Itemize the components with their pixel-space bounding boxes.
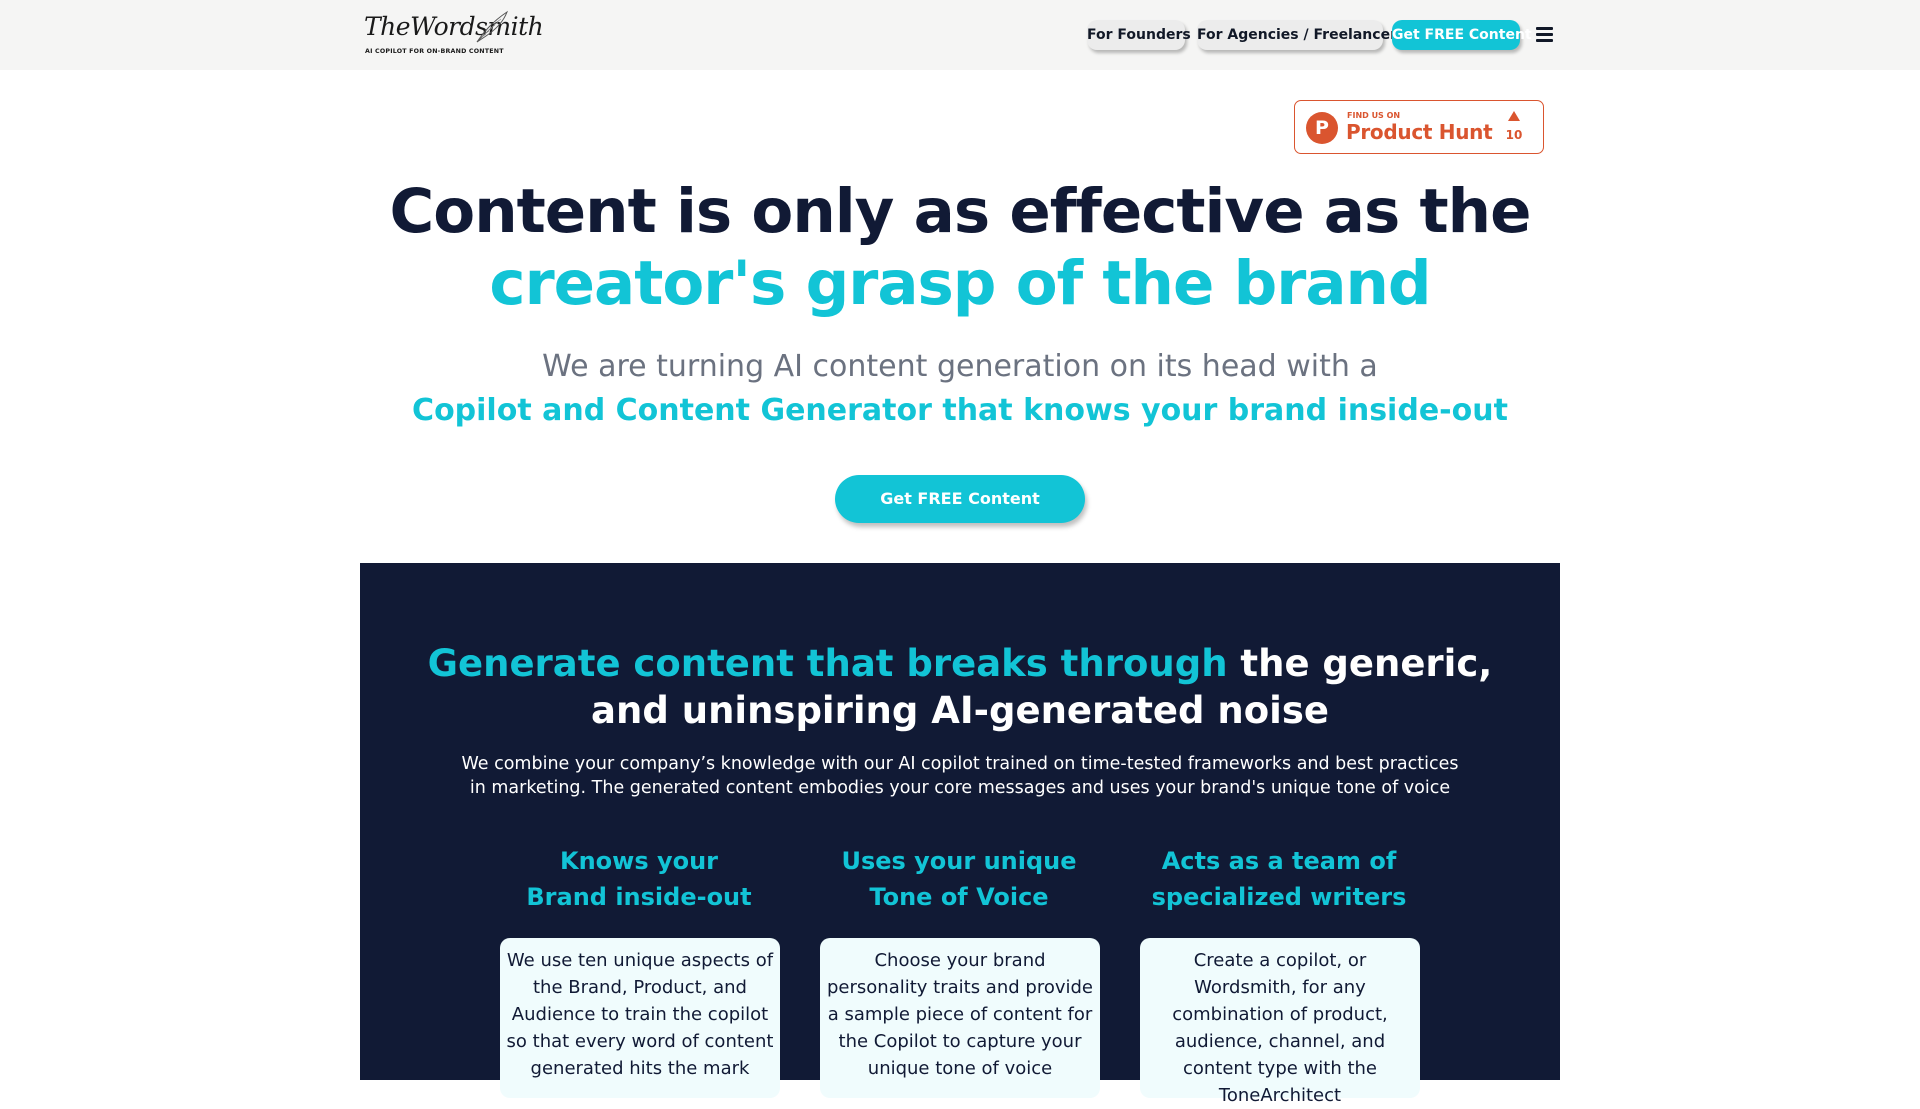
feature-title-line: Uses your unique [841, 847, 1077, 875]
features-description-line-2: in marketing. The generated content embo… [469, 778, 1451, 798]
feature-card-writers: Create a copilot, or Wordsmith, for any … [1140, 938, 1420, 1106]
hero-headline-line-2: creator's grasp of the brand [489, 248, 1431, 319]
hero-headline-line-1: Content is only as effective as the [389, 176, 1532, 247]
upvote-count: 10 [1505, 128, 1523, 142]
upvote-arrow-icon [1508, 111, 1520, 121]
features-heading-rest: the generic, [1227, 642, 1493, 685]
features-section: Generate content that breaks through the… [360, 563, 1560, 1106]
hero-get-free-content-button[interactable]: Get FREE Content [835, 475, 1085, 523]
feature-title-writers: Acts as a team of specialized writers [1129, 843, 1429, 915]
nav-link-founders[interactable]: For Founders [1087, 20, 1191, 50]
top-nav: TheWordsmith AI COPILOT FOR ON-BRAND CON… [0, 0, 1920, 70]
feature-title-brand: Knows your Brand inside-out [489, 843, 789, 915]
hero-subheadline-line-2: Copilot and Content Generator that knows… [412, 393, 1508, 428]
feature-title-line: specialized writers [1151, 883, 1407, 911]
feature-title-line: Tone of Voice [869, 883, 1049, 911]
features-heading-line-2: and uninspiring AI-generated noise [591, 689, 1329, 732]
hamburger-bar [1536, 39, 1553, 42]
hero-subheadline-line-1: We are turning AI content generation on … [542, 349, 1378, 384]
feature-card-brand: We use ten unique aspects of the Brand, … [500, 938, 780, 1098]
logo-wordmark: TheWordsmith [364, 12, 544, 41]
feature-card-tone: Choose your brand personality traits and… [820, 938, 1100, 1098]
nav-get-free-content-button[interactable]: Get FREE Content [1392, 20, 1532, 50]
feather-quill-icon [476, 10, 509, 43]
nav-link-agencies-freelancers[interactable]: For Agencies / Freelancers [1197, 20, 1405, 50]
product-hunt-small-text: FIND US ON [1347, 111, 1401, 120]
features-description-line-1: We combine your company’s knowledge with… [461, 754, 1459, 774]
feature-title-tone: Uses your unique Tone of Voice [809, 843, 1109, 915]
logo-tagline: AI COPILOT FOR ON-BRAND CONTENT [365, 48, 504, 55]
product-hunt-badge[interactable]: P FIND US ON Product Hunt 10 [1294, 100, 1544, 154]
feature-title-line: Knows your [559, 847, 719, 875]
feature-title-line: Acts as a team of [1161, 847, 1397, 875]
hamburger-menu-icon[interactable] [1536, 27, 1553, 42]
product-hunt-logo-icon: P [1306, 112, 1338, 144]
features-heading-line-1: Generate content that breaks through the… [360, 642, 1560, 685]
product-hunt-name: Product Hunt [1346, 120, 1493, 144]
brand-logo[interactable]: TheWordsmith AI COPILOT FOR ON-BRAND CON… [364, 10, 544, 58]
hamburger-bar [1536, 33, 1553, 36]
features-heading-highlight: Generate content that breaks through [427, 642, 1228, 685]
feature-title-line: Brand inside-out [526, 883, 752, 911]
hamburger-bar [1536, 27, 1553, 30]
